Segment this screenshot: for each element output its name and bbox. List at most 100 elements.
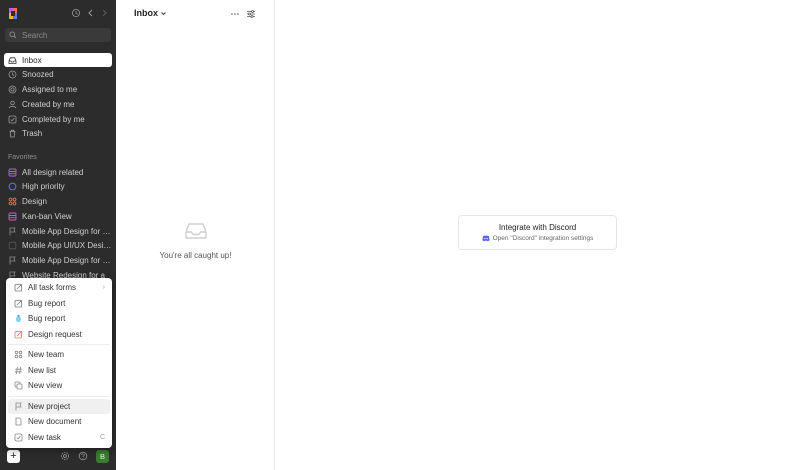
page-title: Inbox — [134, 8, 158, 18]
menu-item-bug-report[interactable]: Bug report — [8, 311, 110, 327]
menu-item-label: New document — [28, 417, 82, 427]
favorite-item-mobile-app-design-buyer[interactable]: Mobile App Design for Buyer — [4, 254, 112, 268]
favorite-item-label: Mobile App Design for Buyer — [22, 256, 112, 266]
menu-item-new-document[interactable]: New document — [8, 414, 110, 430]
menu-item-label: New list — [28, 365, 57, 375]
sidebar-item-label: Trash — [22, 129, 43, 139]
favorites-heading: Favorites — [8, 154, 37, 161]
filter-settings-icon[interactable] — [246, 9, 256, 19]
sidebar-nav: Inbox Snoozed Assigned to me Created by … — [4, 53, 112, 142]
menu-item-label: Design request — [28, 329, 82, 339]
create-menu: All task forms › Bug report Bug report D… — [6, 278, 112, 448]
menu-item-all-task-forms[interactable]: All task forms › — [8, 280, 110, 296]
discord-icon — [482, 235, 490, 242]
menu-item-label: Bug report — [28, 314, 66, 324]
square-icon — [8, 241, 17, 250]
empty-inbox-icon — [185, 223, 207, 239]
favorite-item-label: All design related — [22, 167, 84, 177]
view-icon — [8, 168, 17, 177]
menu-item-label: All task forms — [28, 283, 77, 293]
discord-card-subtitle: Open "Discord" integration settings — [492, 235, 594, 242]
create-new-button[interactable]: + — [7, 450, 20, 463]
sidebar-item-snoozed[interactable]: Snoozed — [4, 68, 112, 82]
avatar[interactable]: B — [96, 450, 109, 463]
menu-item-design-request[interactable]: Design request — [8, 327, 110, 343]
discord-settings-link[interactable]: Open "Discord" integration settings — [459, 235, 616, 242]
favorites-list: All design related High priority Design … — [4, 165, 112, 283]
trash-icon — [8, 129, 17, 138]
favorite-item-design[interactable]: Design — [4, 195, 112, 209]
sidebar-item-assigned-to-me[interactable]: Assigned to me — [4, 83, 112, 97]
sidebar-item-label: Assigned to me — [22, 85, 78, 95]
sidebar-item-trash[interactable]: Trash — [4, 127, 112, 141]
sidebar-header — [0, 0, 116, 26]
sidebar-item-label: Inbox — [22, 55, 42, 65]
favorite-item-mobile-app-design-seller[interactable]: Mobile App Design for Seller — [4, 224, 112, 238]
check-square-icon — [8, 115, 17, 124]
menu-item-label: New view — [28, 381, 63, 391]
app-logo-icon[interactable] — [7, 7, 19, 20]
favorite-item-label: High priority — [22, 182, 65, 192]
empty-state-text: You're all caught up! — [159, 251, 232, 260]
team-icon — [8, 197, 17, 206]
search-input[interactable] — [22, 30, 106, 40]
main-content: Integrate with Discord Open "Discord" in… — [276, 0, 800, 470]
sidebar-item-label: Snoozed — [22, 70, 54, 80]
favorite-item-label: Design — [22, 197, 47, 207]
discord-integration-card[interactable]: Integrate with Discord Open "Discord" in… — [458, 215, 617, 250]
sidebar-item-completed-by-me[interactable]: Completed by me — [4, 112, 112, 126]
menu-item-new-task[interactable]: New task C — [8, 430, 110, 446]
favorite-item-label: Mobile App UI/UX Design — [22, 241, 112, 251]
settings-gear-icon[interactable] — [60, 451, 70, 461]
more-icon[interactable] — [230, 9, 240, 19]
flag-icon — [8, 256, 17, 265]
favorite-item-label: Mobile App Design for Seller — [22, 226, 112, 236]
view-icon — [8, 212, 17, 221]
search-box[interactable] — [5, 28, 111, 42]
sidebar-item-created-by-me[interactable]: Created by me — [4, 97, 112, 111]
favorite-item-kan-ban-view[interactable]: Kan-ban View — [4, 209, 112, 223]
history-icon[interactable] — [71, 8, 81, 18]
document-icon — [14, 417, 23, 426]
menu-item-new-list[interactable]: New list — [8, 363, 110, 379]
team-icon — [14, 350, 23, 359]
menu-divider — [8, 395, 110, 397]
task-icon — [14, 433, 23, 442]
inbox-title-dropdown[interactable]: Inbox — [134, 8, 167, 18]
flag-icon — [14, 402, 23, 411]
inbox-icon — [8, 56, 17, 65]
chevron-down-icon — [161, 11, 166, 15]
menu-item-new-project[interactable]: New project — [8, 398, 110, 414]
menu-item-new-view[interactable]: New view — [8, 378, 110, 394]
back-arrow-icon[interactable] — [86, 8, 96, 18]
target-icon — [8, 85, 17, 94]
discord-card-title: Integrate with Discord — [498, 223, 577, 232]
search-icon — [9, 31, 17, 39]
menu-item-label: New team — [28, 350, 65, 360]
flag-icon — [8, 227, 17, 236]
view-icon — [14, 381, 23, 390]
favorite-item-high-priority[interactable]: High priority — [4, 180, 112, 194]
favorite-item-mobile-app-ui-ux-design[interactable]: Mobile App UI/UX Design — [4, 239, 112, 253]
favorite-item-all-design-related[interactable]: All design related — [4, 165, 112, 179]
form-icon — [14, 330, 23, 339]
inbox-pane: Inbox You're all caught up! — [116, 0, 275, 470]
sidebar-item-inbox[interactable]: Inbox — [4, 53, 112, 67]
form-icon — [14, 299, 23, 308]
menu-item-label: Bug report — [28, 298, 66, 308]
forward-arrow-icon[interactable] — [99, 8, 109, 18]
favorite-item-label: Kan-ban View — [22, 211, 72, 221]
sidebar-item-label: Completed by me — [22, 114, 85, 124]
menu-item-new-team[interactable]: New team — [8, 347, 110, 363]
clock-icon — [8, 70, 17, 79]
shortcut-hint: C — [99, 433, 105, 441]
hash-icon — [14, 366, 23, 375]
menu-item-label: New task — [28, 432, 61, 442]
menu-divider — [8, 344, 110, 345]
form-icon — [14, 283, 23, 292]
help-icon[interactable] — [78, 451, 88, 461]
circle-icon — [8, 182, 17, 191]
bug-icon — [14, 314, 23, 323]
menu-item-bug-report-form[interactable]: Bug report — [8, 296, 110, 312]
sidebar-item-label: Created by me — [22, 99, 75, 109]
